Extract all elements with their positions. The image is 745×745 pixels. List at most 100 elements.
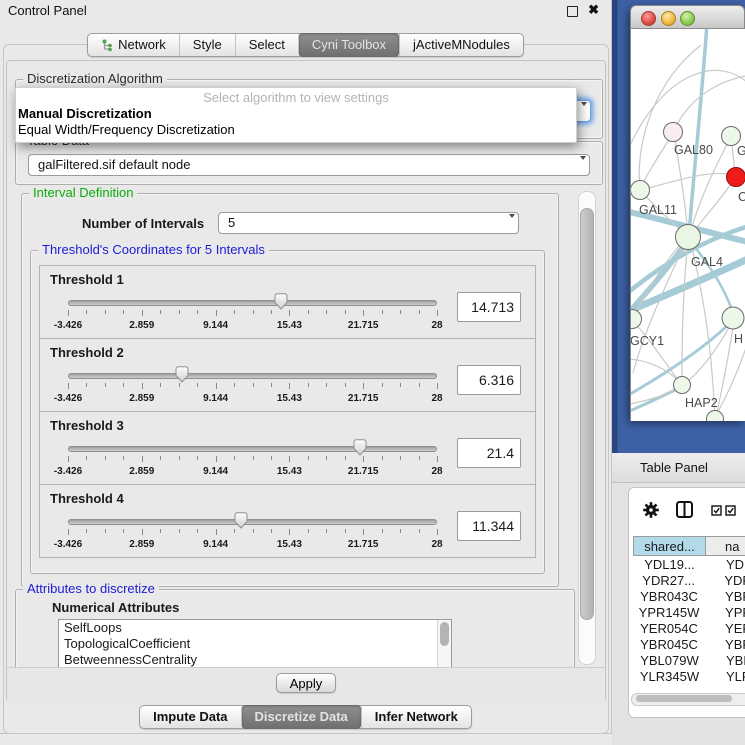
table-row[interactable]: YLR345WYLR3 [633,669,745,684]
cell-name[interactable]: YBR0 [705,637,745,653]
tab-network[interactable]: Network [88,34,179,56]
cell-shared-name[interactable]: YBR043C [633,589,705,605]
tab-impute-data[interactable]: Impute Data [140,706,240,728]
network-node[interactable] [727,168,745,187]
tab-infer-network[interactable]: Infer Network [361,706,471,728]
threshold-slider[interactable]: -3.4262.8599.14415.4321.71528 [68,300,437,322]
threshold-slider[interactable]: -3.4262.8599.14415.4321.71528 [68,373,437,395]
threshold-slider[interactable]: -3.4262.8599.14415.4321.71528 [68,446,437,468]
table-row[interactable]: YER054CYER0 [633,621,745,637]
bottom-tab-bar: Impute Data Discretize Data Infer Network [0,705,611,729]
columns-icon[interactable] [675,500,694,519]
cell-name[interactable]: YER0 [705,621,745,637]
network-node[interactable] [674,377,691,394]
panel-scrollbar-thumb[interactable] [580,208,594,620]
apply-button[interactable]: Apply [276,673,337,693]
cell-shared-name[interactable]: YDL19... [633,557,706,573]
zoom-traffic-light-icon[interactable] [680,11,695,26]
threshold-value-field[interactable]: 6.316 [457,365,521,395]
checkbox-select-icon[interactable] [711,505,722,516]
cell-shared-name[interactable]: YBR045C [633,637,705,653]
table-row[interactable]: YDL19...YDL1 [633,557,745,573]
network-node[interactable] [722,127,741,146]
table-row[interactable]: YBR043CYBR0 [633,589,745,605]
threshold-slider[interactable]: -3.4262.8599.14415.4321.71528 [68,519,437,541]
numerical-attributes-list[interactable]: SelfLoopsTopologicalCoefficientBetweenne… [58,619,452,669]
network-node[interactable] [664,123,683,142]
network-edge[interactable] [684,320,733,384]
network-edge[interactable] [631,257,745,313]
threshold-value-field[interactable]: 11.344 [457,511,521,541]
table-row[interactable]: YDR27...YDR2 [633,573,745,589]
dropdown-option-manual[interactable]: Manual Discretization [16,106,576,122]
tab-label: Discretize Data [255,705,348,729]
tab-select[interactable]: Select [235,34,298,56]
tab-style[interactable]: Style [179,34,235,56]
cell-name[interactable]: YLR3 [706,669,745,684]
table-row[interactable]: YBL079WYBL0 [633,653,745,669]
cell-name[interactable]: YBL0 [706,653,745,669]
cell-name[interactable]: YPR1 [705,605,745,621]
cell-shared-name[interactable]: YDR27... [633,573,704,589]
threshold-label: Threshold 4 [50,491,124,506]
threshold-value-field[interactable]: 14.713 [457,292,521,322]
list-scrollbar[interactable] [437,620,451,668]
network-node[interactable] [631,310,642,329]
threshold-row-2: Threshold 2-3.4262.8599.14415.4321.71528… [39,338,536,412]
table-hscrollbar-thumb[interactable] [636,695,732,702]
network-graph[interactable]: GAL80GACGAL11GAL4GCY1HHAP2 [631,29,745,421]
tick-label: 28 [431,393,442,404]
cell-shared-name[interactable]: YBL079W [633,653,706,669]
dropdown-option-equal-width[interactable]: Equal Width/Frequency Discretization [16,122,576,138]
threshold-value-field[interactable]: 21.4 [457,438,521,468]
list-scrollbar-thumb[interactable] [440,622,449,646]
network-edge[interactable] [641,173,733,190]
network-view-canvas[interactable]: GAL80GACGAL11GAL4GCY1HHAP2 [630,29,745,421]
table-horizontal-scrollbar[interactable] [631,693,745,706]
minimize-traffic-light-icon[interactable] [661,11,676,26]
network-edge[interactable] [691,178,735,235]
column-header-name[interactable]: na [705,536,745,556]
cell-shared-name[interactable]: YPR145W [633,605,705,621]
network-edge[interactable] [641,133,673,189]
checkbox-select-all-icon[interactable] [725,505,736,516]
slider-track[interactable] [68,373,437,379]
cell-shared-name[interactable]: YLR345W [633,669,706,684]
network-edge[interactable] [633,321,680,383]
float-window-icon[interactable] [567,6,578,17]
tab-jactivemnodules[interactable]: jActiveMNodules [399,34,523,56]
numerical-attributes-label: Numerical Attributes [52,600,179,615]
cell-name[interactable]: YDL1 [706,557,745,573]
network-edge[interactable] [639,45,701,189]
table-row[interactable]: YBR045CYBR0 [633,637,745,653]
tab-label: Network [118,34,166,56]
cell-name[interactable]: YDR2 [704,573,745,589]
network-node[interactable] [707,411,724,422]
table-data-combobox[interactable]: galFiltered.sif default node [28,154,590,176]
close-traffic-light-icon[interactable] [641,11,656,26]
network-edge[interactable] [689,29,707,235]
network-window-titlebar[interactable] [630,5,745,29]
slider-track[interactable] [68,300,437,306]
tick-label: 15.43 [277,320,302,331]
slider-track[interactable] [68,519,437,525]
network-node[interactable] [676,225,701,250]
table-body[interactable]: YDL19...YDL1YDR27...YDR2YBR043CYBR0YPR14… [633,557,745,684]
tab-cyni-toolbox[interactable]: Cyni Toolbox [298,33,399,57]
attribute-list-item[interactable]: BetweennessCentrality [59,652,451,668]
slider-track[interactable] [68,446,437,452]
table-row[interactable]: YPR145WYPR1 [633,605,745,621]
column-header-shared-name[interactable]: shared... [633,536,706,556]
attribute-list-item[interactable]: SelfLoops [59,620,451,636]
attribute-list-item[interactable]: TopologicalCoefficient [59,636,451,652]
tab-discretize-data[interactable]: Discretize Data [241,705,361,729]
cell-name[interactable]: YBR0 [705,589,745,605]
network-edge[interactable] [673,75,745,133]
number-of-intervals-combobox[interactable]: 5 [218,212,519,234]
panel-scrollbar[interactable] [578,191,596,665]
network-node[interactable] [631,181,650,200]
network-node[interactable] [722,307,744,329]
gear-icon[interactable] [642,501,660,519]
cell-shared-name[interactable]: YER054C [633,621,705,637]
close-icon[interactable]: ✖ [588,2,599,18]
